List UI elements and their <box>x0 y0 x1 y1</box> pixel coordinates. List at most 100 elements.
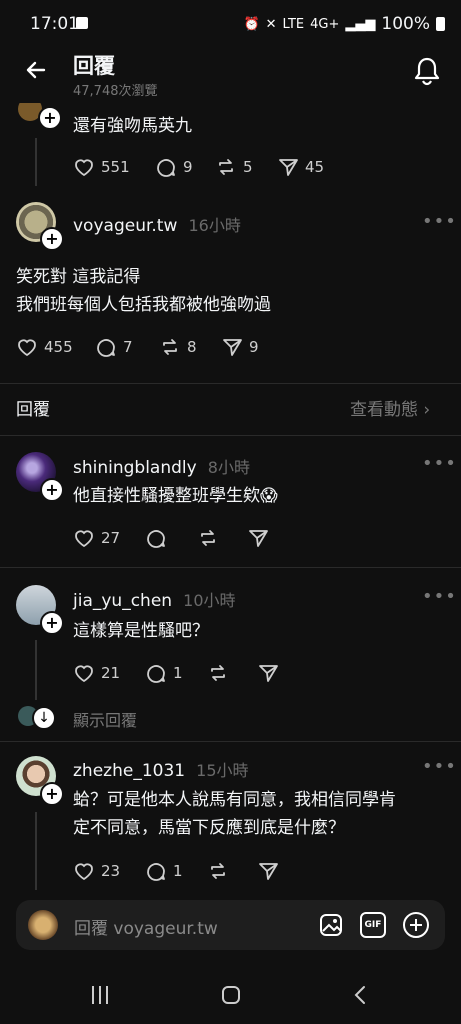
like-count: 21 <box>101 664 121 682</box>
heart-icon <box>75 863 93 881</box>
share-button[interactable]: 45 <box>277 156 324 178</box>
more-options-icon[interactable]: ••• <box>422 453 457 474</box>
back-arrow-icon[interactable] <box>24 58 48 82</box>
share-button[interactable] <box>247 527 269 549</box>
reply-actions: 23 1 <box>73 860 279 882</box>
reply-meta: shiningblandly 8小時 <box>73 454 250 478</box>
username[interactable]: shiningblandly <box>73 458 197 478</box>
comment-icon <box>147 530 165 548</box>
heart-icon <box>18 339 36 357</box>
lte-icon: LTE <box>282 16 305 32</box>
more-options-icon[interactable]: ••• <box>422 211 457 232</box>
follow-plus-icon[interactable]: + <box>40 611 64 635</box>
thread-line <box>35 812 37 890</box>
share-icon <box>223 339 242 356</box>
reply-time: 16小時 <box>188 216 241 235</box>
like-button[interactable]: 27 <box>73 528 145 548</box>
reply-text-line2: 定不同意，馬當下反應到底是什麼？ <box>73 818 345 838</box>
comment-icon <box>97 339 115 357</box>
signal-icon: ▂▄▆ <box>345 16 376 32</box>
repost-button[interactable] <box>197 527 247 549</box>
home-icon[interactable] <box>222 986 240 1004</box>
comment-button[interactable]: 7 <box>95 336 159 358</box>
divider <box>0 435 461 436</box>
username[interactable]: zhezhe_1031 <box>73 761 185 781</box>
recent-apps-icon[interactable] <box>92 986 108 1004</box>
like-count: 27 <box>101 529 121 547</box>
comment-icon <box>147 665 165 683</box>
comment-icon <box>157 159 175 177</box>
comment-button[interactable]: 1 <box>145 860 207 882</box>
share-icon <box>279 159 298 176</box>
comment-button[interactable]: 9 <box>155 156 215 178</box>
comment-button[interactable] <box>145 527 197 549</box>
image-icon[interactable] <box>318 912 344 938</box>
heart-icon <box>75 665 93 683</box>
share-button[interactable] <box>257 662 279 684</box>
mute-icon: ✕ <box>265 16 277 32</box>
like-button[interactable]: 23 <box>73 861 145 881</box>
share-icon <box>259 665 278 682</box>
system-nav-bar <box>0 964 461 1024</box>
reply-time: 15小時 <box>196 761 249 780</box>
like-button[interactable]: 551 <box>73 157 155 177</box>
like-count: 23 <box>101 862 121 880</box>
follow-plus-icon[interactable]: + <box>38 106 62 130</box>
username[interactable]: voyageur.tw <box>73 216 177 236</box>
reply-actions: 27 <box>73 527 269 549</box>
view-activity-label: 查看動態 <box>350 400 418 420</box>
check-icon <box>76 17 88 29</box>
alarm-icon: ⏰ <box>243 16 260 32</box>
comment-button[interactable]: 1 <box>145 662 207 684</box>
follow-plus-icon[interactable]: + <box>40 227 64 251</box>
show-replies-link[interactable]: 顯示回覆 <box>73 707 137 731</box>
like-button[interactable]: 21 <box>73 663 145 683</box>
comment-count: 1 <box>173 664 183 682</box>
4g-icon: 4G+ <box>310 16 340 32</box>
repost-icon <box>211 665 225 681</box>
reply-meta: voyageur.tw 16小時 <box>73 212 241 236</box>
reply-text-line1: 蛤？可是他本人說馬有同意，我相信同學肯 <box>73 790 396 810</box>
reply-meta: zhezhe_1031 15小時 <box>73 757 249 781</box>
repost-icon <box>201 530 215 546</box>
more-options-icon[interactable]: ••• <box>422 586 457 607</box>
heart-icon <box>75 159 93 177</box>
more-options-icon[interactable]: ••• <box>422 756 457 777</box>
bell-icon[interactable] <box>413 56 441 86</box>
repost-button[interactable]: 5 <box>215 156 277 178</box>
avatar <box>28 910 58 940</box>
reply-text-line1: 笑死對 這我記得 <box>16 267 141 287</box>
repost-button[interactable]: 8 <box>159 336 221 358</box>
share-button[interactable] <box>257 860 279 882</box>
thread-line <box>35 138 37 186</box>
repost-icon <box>211 863 225 879</box>
view-activity-link[interactable]: 查看動態 › <box>350 395 430 420</box>
follow-plus-icon[interactable]: + <box>40 782 64 806</box>
reply-actions: 455 7 8 9 <box>16 336 259 358</box>
divider <box>0 741 461 742</box>
share-button[interactable]: 9 <box>221 336 259 358</box>
header: 回覆 47,748次瀏覽 <box>0 40 461 102</box>
repost-button[interactable] <box>207 662 257 684</box>
back-nav-icon[interactable] <box>353 984 367 1006</box>
username[interactable]: jia_yu_chen <box>73 591 172 611</box>
comment-count: 9 <box>183 158 193 176</box>
add-icon[interactable] <box>402 911 430 939</box>
heart-icon <box>75 530 93 548</box>
reply-composer[interactable]: 回覆 voyageur.tw GIF <box>16 900 445 950</box>
arrow-down-icon[interactable]: ↓ <box>32 706 56 730</box>
reply-input-placeholder[interactable]: 回覆 voyageur.tw <box>74 914 218 939</box>
divider <box>0 567 461 568</box>
like-button[interactable]: 455 <box>16 337 95 357</box>
reply-time: 8小時 <box>207 458 250 477</box>
battery-icon <box>436 17 445 31</box>
share-count: 9 <box>249 338 259 356</box>
reply-text: 還有強吻馬英九 <box>73 116 192 136</box>
gif-icon[interactable]: GIF <box>360 912 386 938</box>
repost-count: 8 <box>187 338 197 356</box>
comment-count: 1 <box>173 862 183 880</box>
share-count: 45 <box>305 158 325 176</box>
follow-plus-icon[interactable]: + <box>40 478 64 502</box>
reply-text: 他直接性騷擾整班學生欸😱 <box>73 486 278 506</box>
repost-button[interactable] <box>207 860 257 882</box>
